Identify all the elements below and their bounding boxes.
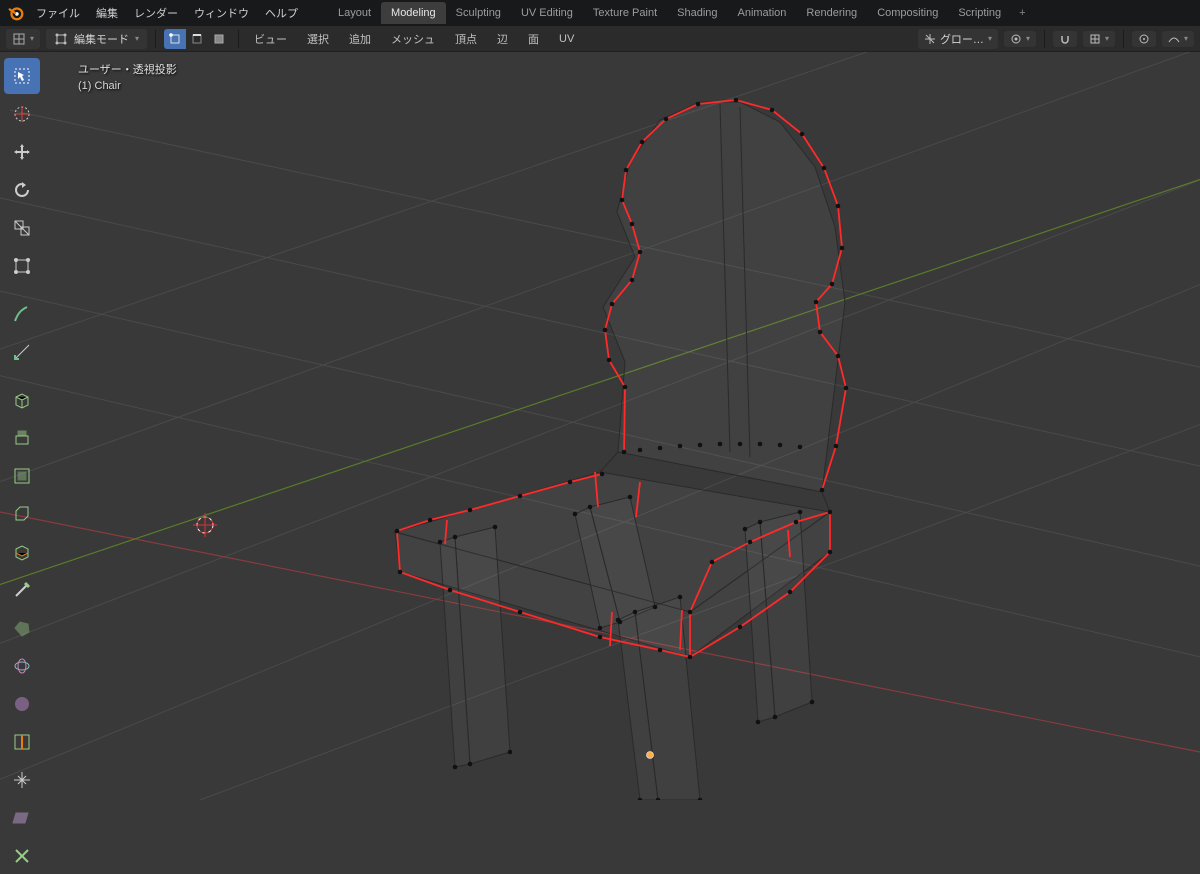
object-info-label: (1) Chair: [78, 78, 177, 94]
inset-tool[interactable]: [4, 458, 40, 494]
extrude-tool[interactable]: [4, 420, 40, 456]
knife-tool[interactable]: [4, 572, 40, 608]
workspace-tab-rendering[interactable]: Rendering: [796, 2, 867, 24]
proportional-dropdown[interactable]: ▾: [1162, 31, 1194, 47]
shear-tool[interactable]: [4, 800, 40, 836]
3d-cursor-icon: [193, 513, 217, 537]
add-workspace-button[interactable]: +: [1011, 2, 1033, 24]
vertex-select-mode[interactable]: [164, 29, 186, 49]
edge-select-mode[interactable]: [186, 29, 208, 49]
workspace-tab-texture-paint[interactable]: Texture Paint: [583, 2, 667, 24]
menu-ヘルプ[interactable]: ヘルプ: [257, 4, 306, 24]
object-origin-icon: [647, 752, 654, 759]
transform-tool[interactable]: [4, 248, 40, 284]
move-tool[interactable]: [4, 134, 40, 170]
spin-tool[interactable]: [4, 648, 40, 684]
snap-toggle[interactable]: [1053, 31, 1077, 47]
viewport-overlay-text: ユーザー・透視投影 (1) Chair: [78, 62, 177, 94]
cursor-tool[interactable]: [4, 96, 40, 132]
snap-dropdown[interactable]: ▾: [1083, 31, 1115, 47]
proportional-toggle[interactable]: [1132, 31, 1156, 47]
projection-label: ユーザー・透視投影: [78, 62, 177, 78]
editor-type-dropdown[interactable]: ▾: [6, 29, 40, 49]
edge-menu[interactable]: 辺: [490, 31, 515, 47]
chair-mesh[interactable]: [395, 98, 849, 800]
uv-menu[interactable]: UV: [552, 33, 581, 45]
bevel-tool[interactable]: [4, 496, 40, 532]
mesh-menu[interactable]: メッシュ: [384, 31, 442, 47]
vertex-menu[interactable]: 頂点: [448, 31, 484, 47]
workspace-tab-animation[interactable]: Animation: [728, 2, 797, 24]
smooth-tool[interactable]: [4, 686, 40, 722]
polybuild-tool[interactable]: [4, 610, 40, 646]
workspace-tab-layout[interactable]: Layout: [328, 2, 381, 24]
face-menu[interactable]: 面: [521, 31, 546, 47]
workspace-tab-modeling[interactable]: Modeling: [381, 2, 446, 24]
orientation-dropdown[interactable]: グロー…▾: [918, 29, 998, 49]
tool-shelf: [4, 58, 44, 874]
orientation-label: グロー…: [940, 31, 984, 47]
scale-tool[interactable]: [4, 210, 40, 246]
menu-ウィンドウ[interactable]: ウィンドウ: [186, 4, 257, 24]
rip-tool[interactable]: [4, 838, 40, 874]
workspace-tab-sculpting[interactable]: Sculpting: [446, 2, 511, 24]
face-select-mode[interactable]: [208, 29, 230, 49]
workspace-tab-shading[interactable]: Shading: [667, 2, 727, 24]
menu-レンダー[interactable]: レンダー: [126, 4, 186, 24]
menu-ファイル[interactable]: ファイル: [28, 4, 88, 24]
menu-編集[interactable]: 編集: [88, 4, 126, 24]
select-box-tool[interactable]: [4, 58, 40, 94]
workspace-tabs: LayoutModelingSculptingUV EditingTexture…: [328, 2, 1034, 24]
view-menu[interactable]: ビュー: [247, 31, 294, 47]
add-cube-tool[interactable]: [4, 382, 40, 418]
pivot-dropdown[interactable]: ▾: [1004, 31, 1036, 47]
workspace-tab-uv-editing[interactable]: UV Editing: [511, 2, 583, 24]
edge-slide-tool[interactable]: [4, 724, 40, 760]
top-menu-bar: ファイル編集レンダーウィンドウヘルプ LayoutModelingSculpti…: [0, 0, 1200, 26]
loopcut-tool[interactable]: [4, 534, 40, 570]
3d-viewport[interactable]: [0, 52, 1200, 800]
rotate-tool[interactable]: [4, 172, 40, 208]
add-menu[interactable]: 追加: [342, 31, 378, 47]
mode-label: 編集モード: [74, 31, 129, 47]
header-toolbar: ▾ 編集モード ▾ ビュー 選択 追加 メッシュ 頂点 辺 面 UV グロー…▾…: [0, 26, 1200, 52]
measure-tool[interactable]: [4, 334, 40, 370]
mode-dropdown[interactable]: 編集モード ▾: [46, 29, 147, 49]
annotate-tool[interactable]: [4, 296, 40, 332]
select-menu[interactable]: 選択: [300, 31, 336, 47]
shrink-tool[interactable]: [4, 762, 40, 798]
workspace-tab-compositing[interactable]: Compositing: [867, 2, 948, 24]
blender-logo-icon: [6, 3, 26, 23]
select-mode-group: [164, 29, 230, 49]
workspace-tab-scripting[interactable]: Scripting: [948, 2, 1011, 24]
